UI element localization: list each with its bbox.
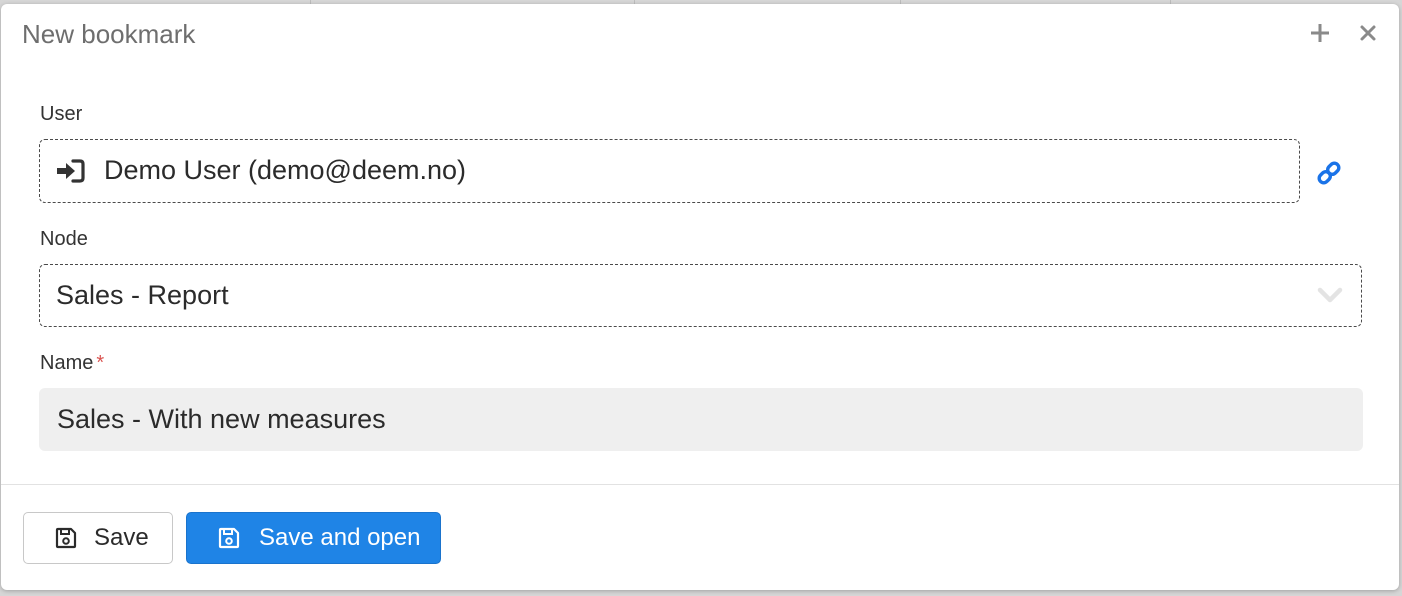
plus-icon[interactable] <box>1307 20 1333 46</box>
user-label: User <box>40 103 83 125</box>
required-marker: * <box>96 352 105 374</box>
save-button[interactable]: Save <box>23 512 173 564</box>
link-icon[interactable] <box>1315 159 1343 187</box>
login-icon <box>57 159 85 183</box>
floppy-disk-icon <box>55 527 77 549</box>
save-and-open-button[interactable]: Save and open <box>186 512 441 564</box>
chevron-down-icon <box>1317 287 1343 303</box>
dialog-title: New bookmark <box>22 19 196 49</box>
name-label: Name * <box>40 351 104 375</box>
user-field[interactable]: Demo User (demo@deem.no) <box>39 139 1300 203</box>
user-value: Demo User (demo@deem.no) <box>104 155 467 185</box>
close-icon[interactable] <box>1355 20 1381 46</box>
new-bookmark-dialog: New bookmark User Demo User (demo@deem.n… <box>1 4 1399 590</box>
save-and-open-button-label: Save and open <box>259 524 421 551</box>
name-label-text: Name <box>40 352 94 374</box>
floppy-disk-icon <box>218 527 240 549</box>
node-value: Sales - Report <box>56 280 229 310</box>
name-input[interactable]: Sales - With new measures <box>39 388 1363 451</box>
footer-divider <box>1 484 1399 485</box>
save-button-label: Save <box>94 524 149 551</box>
node-select[interactable]: Sales - Report <box>39 264 1362 327</box>
dialog-header: New bookmark <box>1 4 1399 64</box>
node-label: Node <box>40 228 88 250</box>
